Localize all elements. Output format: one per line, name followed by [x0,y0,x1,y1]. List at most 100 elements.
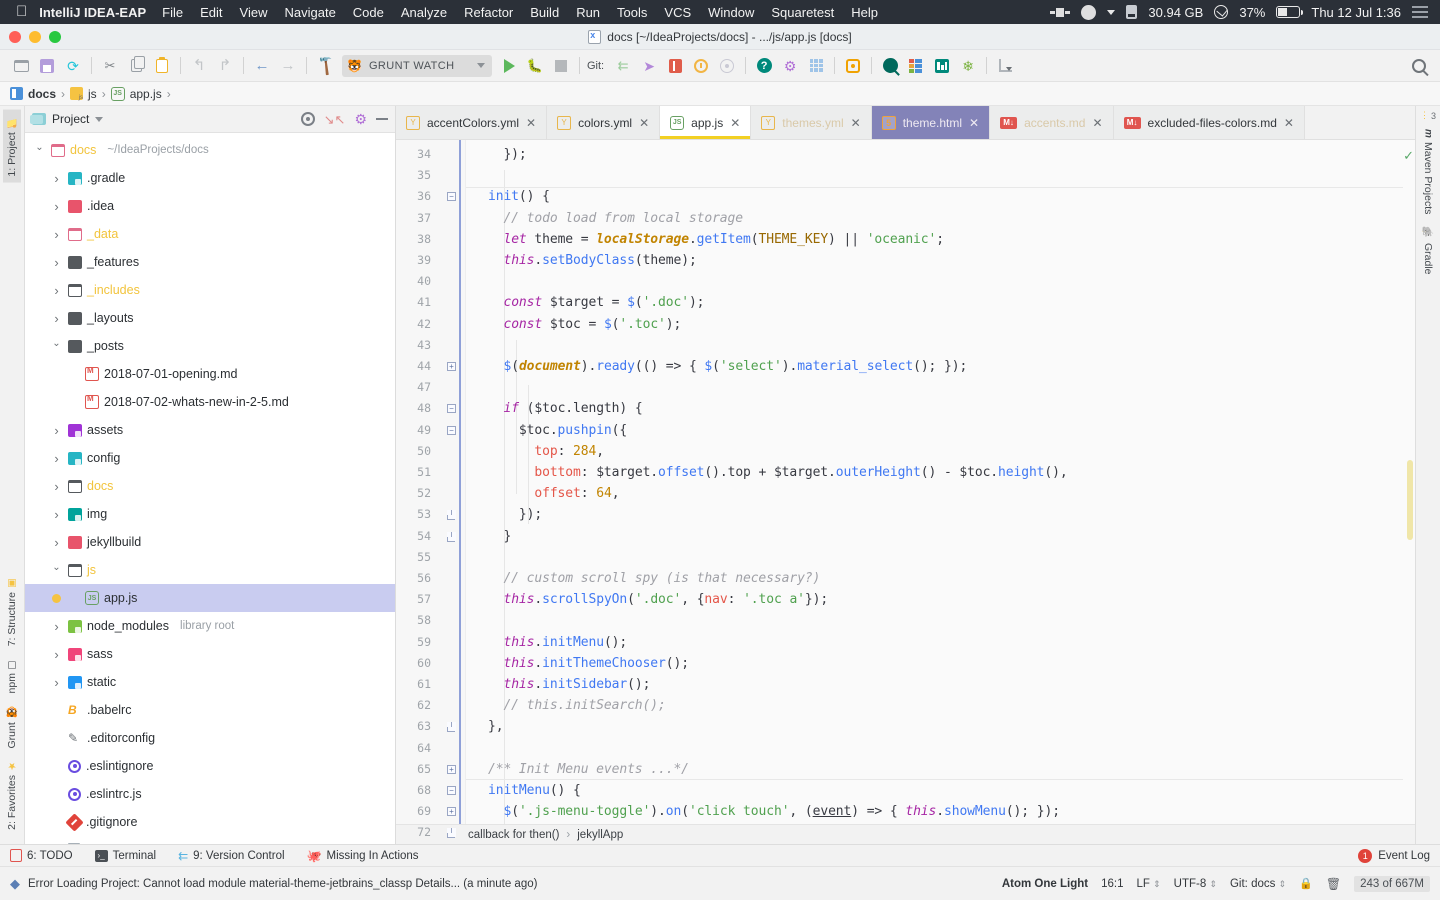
tree-item-img[interactable]: img [25,500,395,528]
event-log-button[interactable]: 1 Event Log [1358,848,1430,863]
menu-navigate[interactable]: Navigate [284,5,335,20]
editor-scrollbar-gutter[interactable]: ✓ [1403,140,1415,824]
chevron-right-icon[interactable] [50,199,63,214]
tree-item--babelrc[interactable]: B .babelrc [25,696,395,724]
code-fold-toggle[interactable] [447,531,456,542]
sidebar-item-favorites[interactable]: 2: Favorites ★ [3,754,21,836]
code-line[interactable]: this.initMenu(); [488,635,627,650]
settings-gear-icon[interactable]: ⚙ [354,112,367,126]
trash-icon[interactable]: 🗑 [1326,877,1341,891]
close-icon[interactable]: ✕ [639,116,649,130]
tree-item--eslintignore[interactable]: .eslintignore [25,752,395,780]
chevron-down-icon[interactable] [50,565,63,576]
active-app-name[interactable]: IntelliJ IDEA-EAP [39,5,146,20]
editor-tab-bar[interactable]: YaccentColors.yml ✕ Ycolors.yml ✕ JS app.js ✕ Y… [396,106,1415,140]
close-icon[interactable]: ✕ [526,116,536,130]
code-line[interactable]: offset: 64, [488,486,619,501]
tool-window-missing-in-actions[interactable]: 🐙 Missing In Actions [307,849,419,863]
code-line[interactable]: initMenu() { [488,783,581,798]
chevron-down-icon[interactable] [1107,9,1116,15]
sidebar-item-structure[interactable]: 7: Structure ▣ [3,571,21,652]
sync-icon[interactable]: ⟳ [60,54,86,78]
chevron-down-icon[interactable] [477,63,485,68]
tree-item--data[interactable]: _data [25,220,395,248]
tree-item--eslintrc-js[interactable]: .eslintrc.js [25,780,395,808]
copy-icon[interactable] [123,54,149,78]
breadcrumb-callback-label[interactable]: callback for then() [468,829,559,841]
tree-item--gitignore[interactable]: .gitignore [25,808,395,836]
search-everywhere-icon[interactable] [877,54,903,78]
code-fold-toggle[interactable]: − [447,425,456,435]
editor-tab-excluded-files-colors-md[interactable]: M↓ excluded-files-colors.md ✕ [1113,106,1305,139]
chevron-right-icon[interactable] [50,479,63,494]
code-fold-toggle[interactable] [447,510,456,521]
sidebar-item-gradle[interactable]: 🐘 Gradle [1419,220,1437,280]
moon-icon[interactable] [1081,4,1097,20]
tool-window-version-control[interactable]: ⇇ 9: Version Control [178,849,284,863]
code-line[interactable]: this.initThemeChooser(); [488,656,689,671]
code-line[interactable]: bottom: $target.offset().top + $target.o… [488,465,1067,480]
redo-icon[interactable]: ↱ [212,54,238,78]
apple-logo-icon[interactable]:  [8,4,39,21]
code-line[interactable]: const $toc = $('.toc'); [488,317,681,332]
menu-code[interactable]: Code [353,5,384,20]
tree-item--jekyll-metadata[interactable]: .jekyll-metadata [25,836,395,844]
project-file-tree[interactable]: docs ~/IdeaProjects/docs .gradle .idea _data… [25,133,395,844]
tree-item-static[interactable]: static [25,668,395,696]
chevron-down-icon[interactable] [33,145,46,156]
memory-indicator[interactable]: 243 of 667M [1354,875,1430,892]
undo-icon[interactable]: ↰ [186,54,212,78]
tree-item-js[interactable]: js [25,556,395,584]
tree-item--includes[interactable]: _includes [25,276,395,304]
open-folder-icon[interactable] [8,54,34,78]
code-line[interactable]: let theme = localStorage.getItem(THEME_K… [488,232,944,247]
code-fold-toggle[interactable]: + [447,807,456,817]
chevron-right-icon[interactable] [50,227,63,242]
menu-build[interactable]: Build [530,5,559,20]
tree-item-config[interactable]: config [25,444,395,472]
editor-scrollbar-thumb[interactable] [1407,460,1413,540]
editor-tab-accentcolors-yml[interactable]: YaccentColors.yml ✕ [396,106,548,139]
lock-icon[interactable]: 🔒 [1299,877,1313,890]
tree-item-2018-07-01-opening-md[interactable]: 2018-07-01-opening.md [25,360,395,388]
code-line[interactable]: }); [488,507,542,522]
back-icon[interactable]: ← [249,54,275,78]
sidebar-item-maven-projects[interactable]: m Maven Projects [1419,123,1437,220]
menu-edit[interactable]: Edit [200,5,222,20]
status-caret-position[interactable]: 16:1 [1101,878,1123,890]
chevron-right-icon[interactable] [50,535,63,550]
code-fold-toggle[interactable]: − [447,192,456,202]
tree-item--posts[interactable]: _posts [25,332,395,360]
revert-icon[interactable] [714,54,740,78]
tool-window-terminal[interactable]: ›_ Terminal [94,849,156,862]
cloud-sync-icon[interactable] [1214,5,1229,19]
collapse-all-icon[interactable]: ↘↖ [324,113,346,126]
code-line[interactable]: top: 284, [488,444,604,459]
editor-tab-accents-md[interactable]: M↓ accents.md ✕ [990,106,1114,139]
datetime-label[interactable]: Thu 12 Jul 1:36 [1311,5,1401,20]
close-icon[interactable]: ✕ [1092,116,1102,130]
editor-tab-theme-html[interactable]: 5 theme.html ✕ [871,106,991,139]
menu-tools[interactable]: Tools [617,5,647,20]
run-configuration-selector[interactable]: 🐯 GRUNT WATCH [342,54,492,77]
cut-icon[interactable]: ✂ [97,54,123,78]
code-line[interactable]: // todo load from local storage [488,211,743,226]
code-line[interactable]: // this.initSearch(); [488,698,665,713]
tree-item-sass[interactable]: sass [25,640,395,668]
code-line[interactable]: $(document).ready(() => { $('select').ma… [488,359,967,374]
code-line[interactable]: /** Init Menu events ...*/ [488,762,689,777]
tree-item--editorconfig[interactable]: ✎ .editorconfig [25,724,395,752]
tree-item-app-js[interactable]: JS app.js [25,584,395,612]
settings-gear-icon[interactable]: ⚙ [777,54,803,78]
chevron-right-icon[interactable] [50,171,63,186]
menu-vcs[interactable]: VCS [664,5,691,20]
sidebar-item-npm[interactable]: npm ☐ [3,652,21,699]
run-icon[interactable] [496,54,522,78]
code-line[interactable]: if ($toc.length) { [488,401,642,416]
close-icon[interactable]: ✕ [1284,116,1294,130]
close-icon[interactable]: ✕ [730,116,740,130]
history-icon[interactable] [688,54,714,78]
code-line[interactable]: }); [488,147,526,162]
editor-tab-app-js[interactable]: JS app.js ✕ [660,106,752,139]
breadcrumb-item-appjs[interactable]: JS app.js [110,86,162,101]
